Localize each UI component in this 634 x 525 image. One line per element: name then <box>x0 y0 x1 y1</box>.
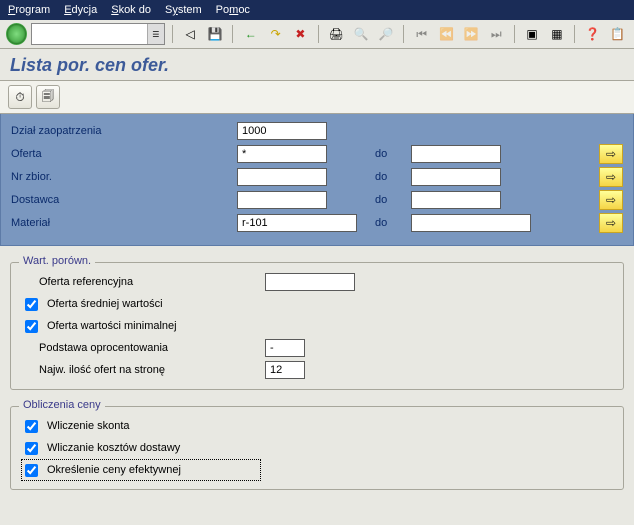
multisel-nrzbior-button[interactable]: ⇨ <box>599 167 623 187</box>
back-icon[interactable]: ◁ <box>180 23 201 45</box>
label-dostawy: Wliczanie kosztów dostawy <box>47 442 247 454</box>
group-wart-porown: Wart. porówn. Oferta referencyjna Oferta… <box>10 262 624 390</box>
print-icon[interactable]: 🖨 <box>326 23 347 45</box>
field-material-from[interactable] <box>237 214 357 232</box>
menu-edycja[interactable]: Edycja <box>64 4 97 16</box>
local-menu-icon[interactable]: 📋 <box>607 23 628 45</box>
multisel-material-button[interactable]: ⇨ <box>599 213 623 233</box>
toolbar-sep <box>318 25 319 43</box>
toolbar-sep <box>574 25 575 43</box>
up-yellow-icon[interactable]: ↷ <box>265 23 286 45</box>
menu-system[interactable]: System <box>165 4 202 16</box>
field-oferta-from[interactable] <box>237 145 327 163</box>
field-oferta-to[interactable] <box>411 145 501 163</box>
label-material: Materiał <box>11 217 231 229</box>
command-field[interactable]: ☰ <box>31 23 165 45</box>
next-page-icon: ⏩ <box>461 23 482 45</box>
help-icon[interactable]: ❓ <box>582 23 603 45</box>
chk-avg[interactable] <box>25 298 38 311</box>
last-page-icon: ⏭ <box>486 23 507 45</box>
label-nrzbior-to: do <box>375 171 405 183</box>
execute-button[interactable]: ⏱ <box>8 85 32 109</box>
prev-page-icon: ⏪ <box>436 23 457 45</box>
back-green-icon[interactable]: ← <box>240 23 261 45</box>
label-dzial: Dział zaopatrzenia <box>11 125 231 137</box>
label-oferta: Oferta <box>11 148 231 160</box>
find-next-icon: 🔎 <box>376 23 397 45</box>
menu-pomoc[interactable]: Pomoc <box>216 4 250 16</box>
field-base[interactable] <box>265 339 305 357</box>
multisel-oferta-button[interactable]: ⇨ <box>599 144 623 164</box>
first-page-icon: ⏮ <box>411 23 432 45</box>
chk-efekt[interactable] <box>25 464 38 477</box>
menu-program[interactable]: PProgramrogram <box>8 4 50 16</box>
label-oferta-to: do <box>375 148 405 160</box>
get-variant-button[interactable]: 🗐 <box>36 85 60 109</box>
field-dostawca-to[interactable] <box>411 191 501 209</box>
field-material-to[interactable] <box>411 214 531 232</box>
menu-skokdo[interactable]: Skok do <box>111 4 151 16</box>
application-toolbar: ⏱ 🗐 <box>0 81 634 114</box>
layout-icon[interactable]: ▦ <box>546 23 567 45</box>
label-material-to: do <box>375 217 405 229</box>
toolbar-sep <box>403 25 404 43</box>
label-ref: Oferta referencyjna <box>39 276 259 288</box>
label-dostawca-to: do <box>375 194 405 206</box>
save-icon[interactable]: 💾 <box>205 23 226 45</box>
label-avg: Oferta średniej wartości <box>47 298 247 310</box>
field-nrzbior-to[interactable] <box>411 168 501 186</box>
multisel-dostawca-button[interactable]: ⇨ <box>599 190 623 210</box>
group-obliczenia-ceny-title: Obliczenia ceny <box>19 399 105 411</box>
label-base: Podstawa oprocentowania <box>39 342 259 354</box>
new-session-icon[interactable]: ▣ <box>522 23 543 45</box>
label-efekt: Określenie ceny efektywnej <box>47 464 247 476</box>
field-maxoffers[interactable] <box>265 361 305 379</box>
page-title: Lista por. cen ofer. <box>10 55 624 76</box>
standard-toolbar: ☰ ◁ 💾 ← ↷ ✖ 🖨 🔍 🔎 ⏮ ⏪ ⏩ ⏭ ▣ ▦ ❓ 📋 <box>0 20 634 49</box>
chk-dostawy[interactable] <box>25 442 38 455</box>
toolbar-sep <box>172 25 173 43</box>
group-obliczenia-ceny: Obliczenia ceny Wliczenie skonta Wliczan… <box>10 406 624 490</box>
label-skonto: Wliczenie skonta <box>47 420 247 432</box>
find-icon: 🔍 <box>351 23 372 45</box>
menubar: PProgramrogram Edycja Skok do System Pom… <box>0 0 634 20</box>
field-dzial[interactable] <box>237 122 327 140</box>
ok-icon[interactable] <box>6 23 27 45</box>
field-nrzbior-from[interactable] <box>237 168 327 186</box>
label-min: Oferta wartości minimalnej <box>47 320 247 332</box>
label-dostawca: Dostawca <box>11 194 231 206</box>
chk-skonto[interactable] <box>25 420 38 433</box>
label-maxoffers: Najw. ilość ofert na stronę <box>39 364 259 376</box>
group-wart-porown-title: Wart. porówn. <box>19 255 95 267</box>
label-nrzbior: Nr zbior. <box>11 171 231 183</box>
toolbar-sep <box>232 25 233 43</box>
toolbar-sep <box>514 25 515 43</box>
command-dropdown-icon[interactable]: ☰ <box>147 24 164 44</box>
chk-min[interactable] <box>25 320 38 333</box>
title-area: Lista por. cen ofer. <box>0 49 634 81</box>
cancel-red-icon[interactable]: ✖ <box>290 23 311 45</box>
selection-block: Dział zaopatrzenia Oferta do ⇨ Nr zbior.… <box>0 114 634 246</box>
field-dostawca-from[interactable] <box>237 191 327 209</box>
field-ref[interactable] <box>265 273 355 291</box>
